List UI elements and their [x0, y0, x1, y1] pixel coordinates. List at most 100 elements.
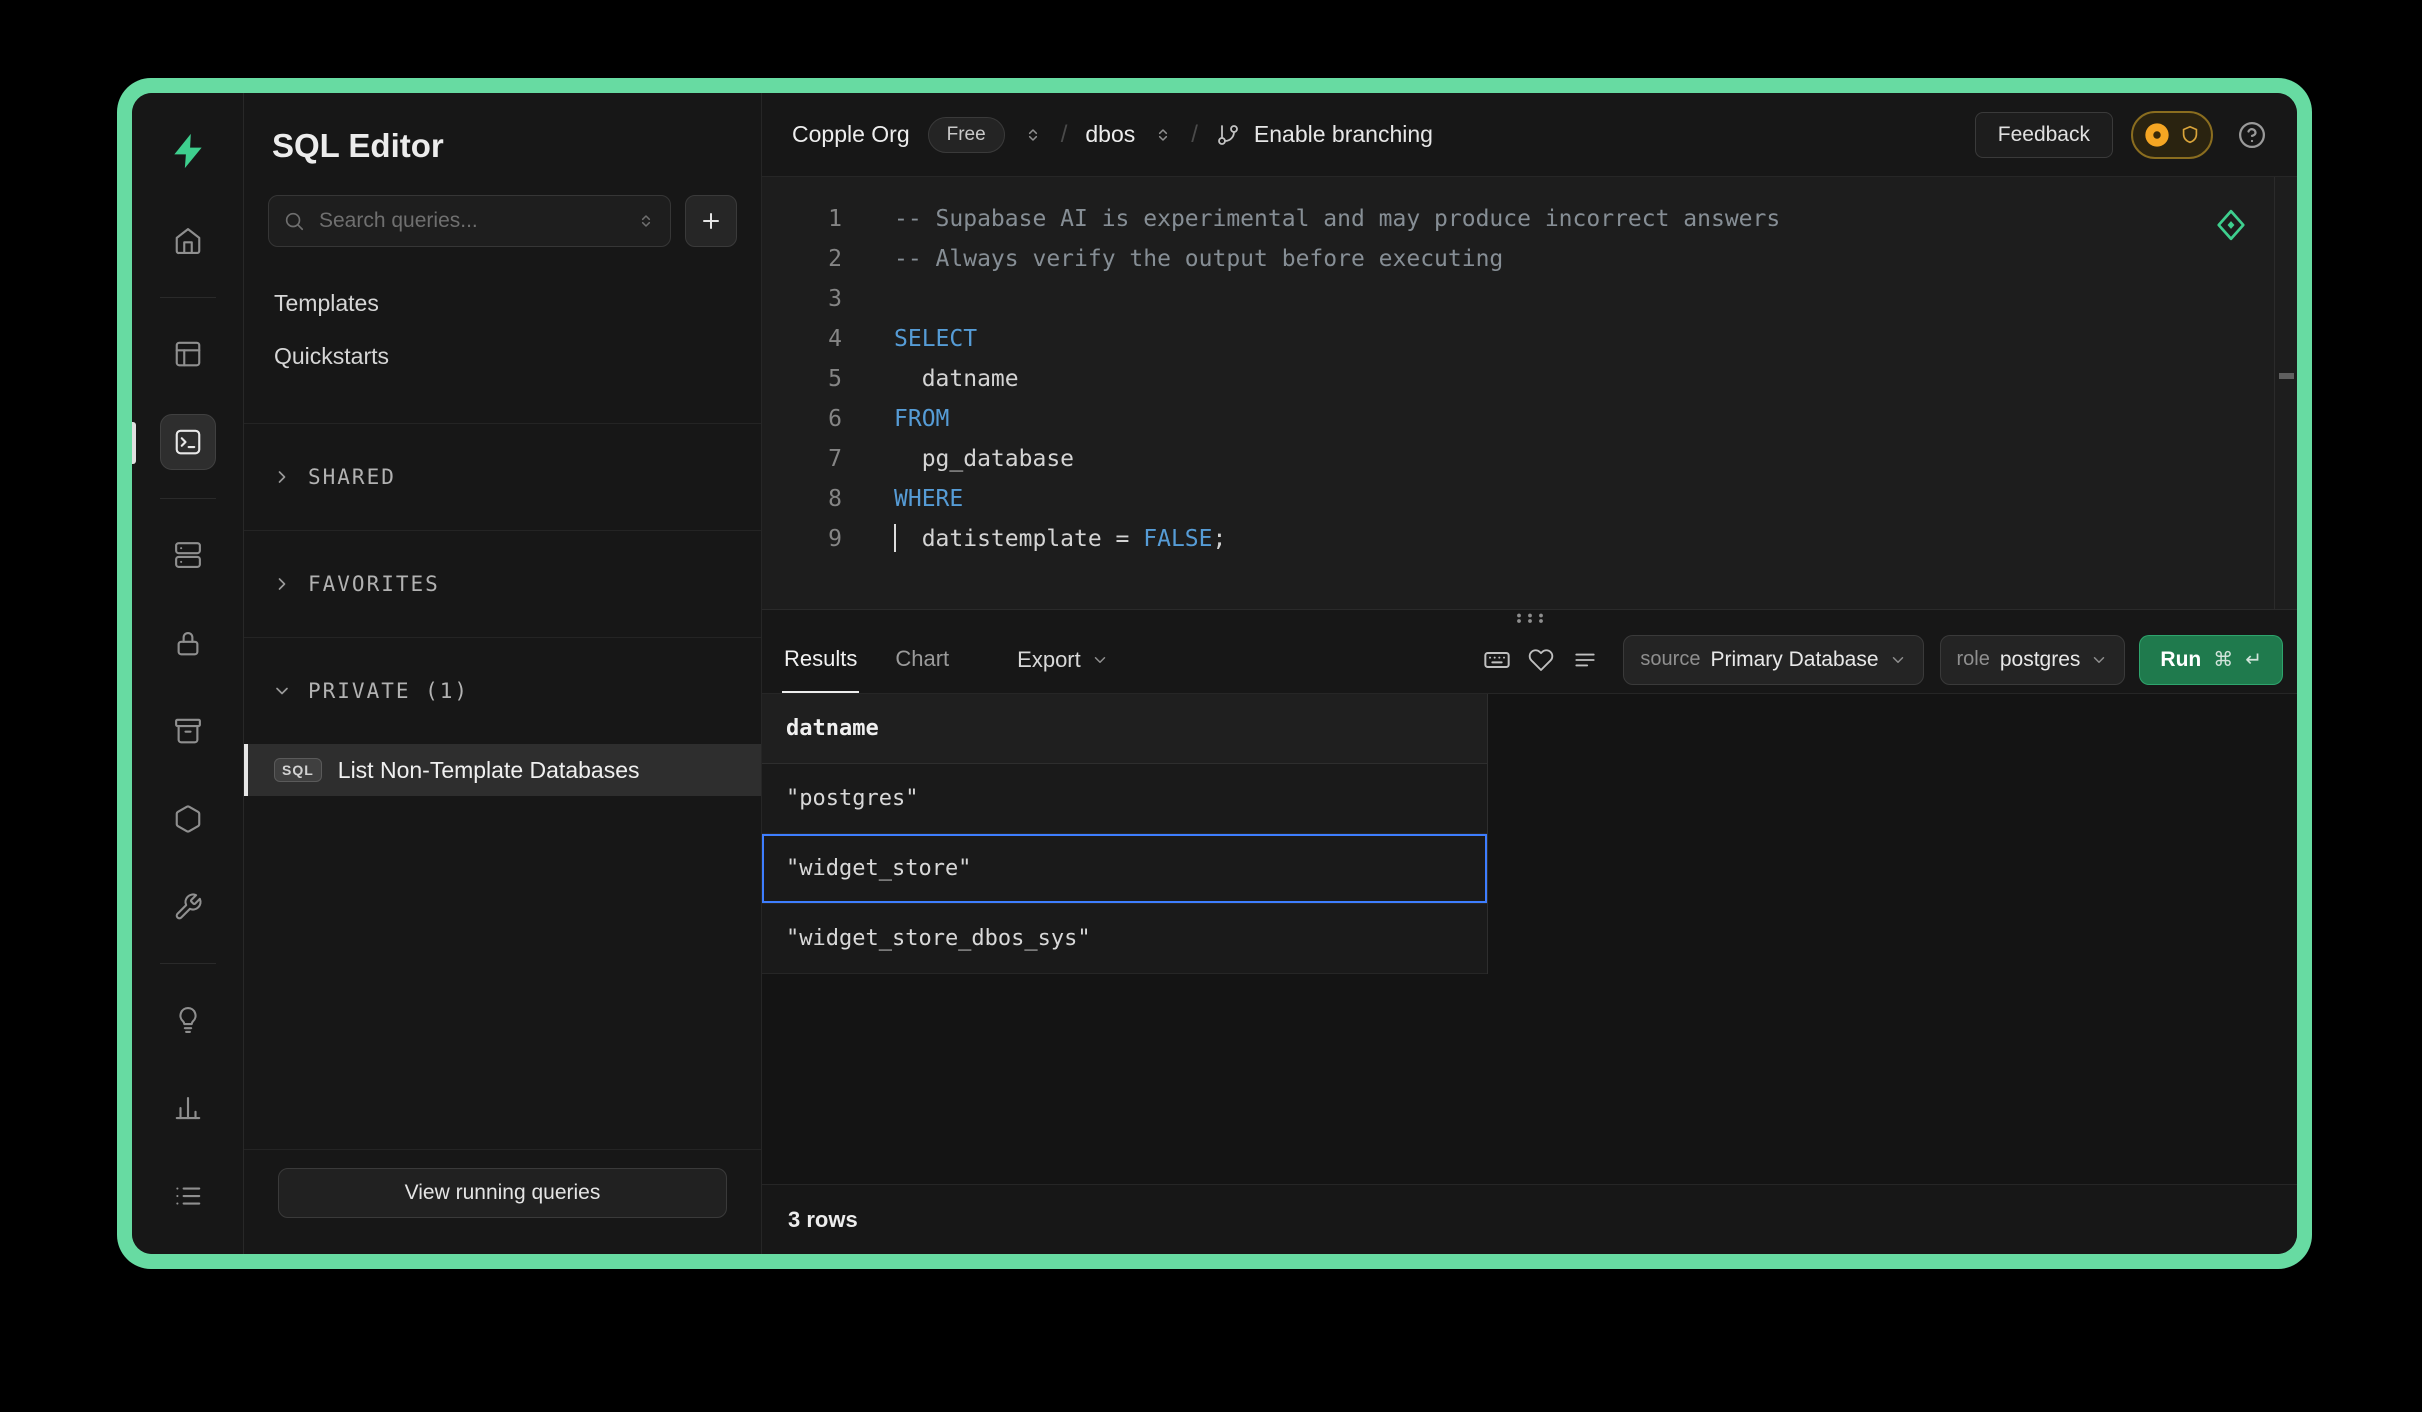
export-label: Export — [1017, 647, 1081, 673]
result-row[interactable]: "postgres" — [762, 764, 1487, 834]
nav-table-editor[interactable] — [160, 326, 216, 382]
section-shared[interactable]: SHARED — [244, 423, 761, 530]
result-row[interactable]: "widget_store_dbos_sys" — [762, 904, 1487, 974]
project-selector-button[interactable] — [1153, 125, 1173, 145]
line-number: 9 — [762, 519, 878, 559]
enable-branching-label: Enable branching — [1254, 121, 1433, 148]
search-box[interactable] — [268, 195, 671, 247]
database-icon — [173, 540, 203, 570]
code-line: 8WHERE — [762, 479, 2297, 519]
feedback-button[interactable]: Feedback — [1975, 112, 2113, 158]
section-private[interactable]: PRIVATE (1) — [244, 637, 761, 744]
nav-rail — [132, 93, 244, 1254]
code-line: 4SELECT — [762, 319, 2297, 359]
code-line: 1-- Supabase AI is experimental and may … — [762, 199, 2297, 239]
nav-edge-functions[interactable] — [160, 791, 216, 847]
code-line: 2-- Always verify the output before exec… — [762, 239, 2297, 279]
org-breadcrumb[interactable]: Copple Org — [792, 121, 910, 148]
scrollbar-thumb[interactable] — [2279, 373, 2294, 379]
search-input[interactable] — [317, 208, 624, 234]
result-row-selected[interactable]: "widget_store" — [762, 834, 1487, 904]
role-select[interactable]: role postgres — [1940, 635, 2126, 685]
format-sql-button[interactable] — [1563, 626, 1607, 693]
chevron-down-icon — [2090, 651, 2108, 669]
panel-footer: View running queries — [244, 1149, 761, 1254]
results-area: datname "postgres""widget_store""widget_… — [762, 694, 2297, 1184]
results-status-bar: 3 rows — [762, 1184, 2297, 1254]
toolbar-spacer — [1115, 626, 1476, 693]
code-line: 7 pg_database — [762, 439, 2297, 479]
query-item-selected[interactable]: SQL List Non-Template Databases — [244, 744, 761, 796]
query-item-label: List Non-Template Databases — [338, 757, 640, 784]
editor-lines: 1-- Supabase AI is experimental and may … — [762, 199, 2297, 559]
role-label: role — [1957, 648, 1990, 671]
panel-splitter[interactable] — [762, 610, 2297, 626]
chevron-down-icon — [1091, 651, 1109, 669]
run-query-button[interactable]: Run ⌘ ↵ — [2139, 635, 2283, 685]
org-usage-badge[interactable] — [2131, 111, 2213, 159]
git-branch-icon — [1216, 123, 1240, 147]
nav-authentication[interactable] — [160, 615, 216, 671]
project-breadcrumb[interactable]: dbos — [1085, 121, 1135, 148]
org-selector-button[interactable] — [1023, 125, 1043, 145]
authentication-icon — [173, 628, 203, 658]
tab-results[interactable]: Results — [782, 626, 859, 693]
help-button[interactable] — [2231, 115, 2271, 155]
plan-badge[interactable]: Free — [928, 117, 1005, 153]
results-table-body: "postgres""widget_store""widget_store_db… — [762, 764, 1487, 974]
source-label: source — [1640, 648, 1700, 671]
source-value: Primary Database — [1710, 648, 1878, 672]
ai-assistant-button[interactable] — [2213, 207, 2249, 246]
source-select[interactable]: source Primary Database — [1623, 635, 1923, 685]
chevron-right-icon — [272, 467, 292, 487]
rail-divider — [160, 498, 216, 499]
keyboard-shortcuts-button[interactable] — [1475, 626, 1519, 693]
editor-scrollbar[interactable] — [2274, 177, 2297, 609]
line-number: 4 — [762, 319, 878, 359]
tab-chart[interactable]: Chart — [893, 626, 951, 693]
query-sidebar: SQL Editor Templates Quickstarts — [244, 93, 762, 1254]
code-line: 5 datname — [762, 359, 2297, 399]
new-query-button[interactable] — [685, 195, 737, 247]
code-line: 6FROM — [762, 399, 2297, 439]
usage-coin-icon — [2143, 121, 2171, 149]
nav-logs[interactable] — [160, 1168, 216, 1224]
table-editor-icon — [173, 339, 203, 369]
project-header: Copple Org Free / dbos / Enable branchin… — [762, 93, 2297, 177]
nav-sql-editor[interactable] — [160, 414, 216, 470]
sql-code-editor[interactable]: 1-- Supabase AI is experimental and may … — [762, 177, 2297, 610]
edge-functions-icon — [173, 804, 203, 834]
enter-key-icon: ↵ — [2245, 647, 2262, 672]
rail-divider — [160, 297, 216, 298]
cmd-key-icon: ⌘ — [2213, 647, 2233, 672]
search-icon — [283, 210, 305, 232]
app-window-frame: SQL Editor Templates Quickstarts — [117, 78, 2312, 1269]
view-running-queries-button[interactable]: View running queries — [278, 1168, 727, 1218]
search-row — [244, 195, 761, 253]
favorite-query-button[interactable] — [1519, 626, 1563, 693]
chevron-right-icon — [272, 574, 292, 594]
enable-branching-button[interactable]: Enable branching — [1216, 121, 1433, 148]
section-favorites[interactable]: FAVORITES — [244, 530, 761, 637]
chevrons-up-down-icon — [1153, 125, 1173, 145]
nav-reports[interactable] — [160, 1080, 216, 1136]
chevron-down-icon — [1889, 651, 1907, 669]
nav-templates[interactable]: Templates — [244, 277, 761, 330]
nav-tools[interactable] — [160, 879, 216, 935]
align-left-icon — [1572, 647, 1598, 673]
nav-quickstarts[interactable]: Quickstarts — [244, 330, 761, 383]
nav-database[interactable] — [160, 527, 216, 583]
rail-divider — [160, 963, 216, 964]
drag-handle-icon — [1512, 612, 1548, 624]
role-value: postgres — [2000, 648, 2081, 672]
panel-nav: Templates Quickstarts — [244, 253, 761, 393]
usage-shield-icon — [2179, 124, 2201, 146]
nav-storage[interactable] — [160, 703, 216, 759]
column-header-datname[interactable]: datname — [762, 694, 1487, 764]
nav-advisors[interactable] — [160, 992, 216, 1048]
export-button[interactable]: Export — [1011, 626, 1115, 693]
nav-home[interactable] — [160, 213, 216, 269]
heart-icon — [1528, 647, 1554, 673]
logs-icon — [173, 1181, 203, 1211]
supabase-logo[interactable] — [166, 129, 210, 173]
